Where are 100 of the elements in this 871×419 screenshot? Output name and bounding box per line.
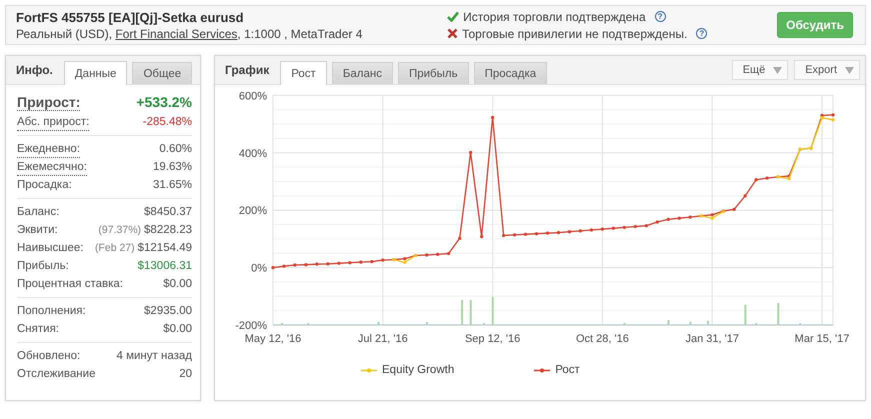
point (304, 263, 308, 266)
tab[interactable]: Просадка (474, 62, 548, 84)
point (612, 226, 615, 230)
dropdown-button[interactable]: Ещё (732, 60, 788, 80)
x-axis-label: Jul 21, '16 (358, 333, 408, 345)
x-axis-label: Mar 15, '17 (794, 333, 850, 345)
point (568, 230, 572, 234)
account-title: FortFS 455755 [EA][Qj]-Setka eurusd (16, 10, 245, 24)
point (480, 235, 484, 238)
stat-value: $0.00 (163, 277, 192, 292)
stat-value: 19.63% (152, 160, 192, 175)
point (469, 150, 472, 154)
broker-link[interactable]: Fort Financial Services (115, 26, 238, 40)
point (370, 260, 374, 264)
point (710, 216, 714, 220)
stat-value: +533.2% (136, 93, 192, 111)
point (491, 116, 494, 120)
point (678, 216, 681, 220)
point (622, 226, 626, 230)
stat-value: $2935.00 (144, 304, 192, 319)
point (732, 208, 736, 211)
stat-note: (97.37%) (98, 223, 142, 238)
y-axis-label: 0% (251, 262, 267, 275)
point (831, 113, 835, 117)
stat-label: Эквити: (17, 223, 58, 238)
stat-label: Ежемесячно: (17, 160, 87, 176)
y-axis-label: 400% (238, 148, 267, 160)
tab[interactable]: Прибыль (398, 62, 469, 84)
point (556, 230, 560, 234)
point (524, 232, 528, 236)
account-subtitle: Реальный (USD), Fort Financial Services, 1:1000 , MetaTrader 4 (16, 26, 364, 40)
point (754, 178, 758, 182)
point (403, 260, 406, 264)
point (546, 232, 550, 235)
stat-label: Наивысшее: (17, 241, 84, 256)
stat-label: Прирост: (17, 95, 80, 111)
y-axis-label: 200% (238, 205, 267, 218)
stat-label: Отслеживание (17, 367, 96, 382)
stat-value: $8450.37 (144, 205, 192, 220)
panel-heading: Инфо. (16, 63, 53, 77)
point (831, 118, 835, 122)
stat-label: Баланс: (17, 205, 60, 220)
point (512, 233, 516, 236)
x-axis-label: Oct 28, '16 (576, 333, 629, 345)
stat-label: Ежедневно: (17, 142, 80, 158)
point (315, 262, 319, 266)
point (688, 215, 692, 219)
point (656, 220, 659, 224)
point (458, 236, 462, 240)
tab[interactable]: Данные (64, 61, 128, 85)
point (666, 218, 670, 221)
stat-value: -285.48% (142, 115, 192, 130)
status-text: Торговые привилегии не подтверждены. (462, 26, 688, 40)
point (600, 228, 604, 231)
tab[interactable]: Баланс (332, 62, 393, 84)
point (359, 260, 362, 264)
tab[interactable]: Рост (280, 61, 327, 85)
point (766, 176, 769, 180)
stat-label: Абс. прирост: (17, 115, 90, 131)
stat-label: Просадка: (17, 178, 72, 193)
legend-label[interactable]: Equity Growth (382, 364, 454, 376)
x-axis-label: May 12, '16 (244, 333, 302, 345)
point (282, 264, 286, 268)
stat-value: $0.00 (163, 322, 192, 337)
stat-label: Обновлено: (17, 349, 80, 364)
point (447, 252, 450, 256)
point (820, 116, 824, 120)
point (744, 194, 747, 198)
point (534, 232, 538, 236)
stat-label: Процентная ставка: (17, 277, 123, 292)
panel-heading: График (225, 63, 270, 77)
point (502, 234, 506, 238)
stat-value: 4 минут назад (116, 349, 192, 364)
stat-value: 20 (179, 367, 192, 382)
point (590, 228, 594, 232)
stat-value: $8228.23 (144, 223, 192, 238)
point (403, 257, 406, 260)
point (787, 177, 791, 180)
point (578, 229, 582, 232)
point (425, 253, 428, 257)
help-icon[interactable]: ? (696, 28, 708, 39)
point (436, 252, 440, 256)
help-icon[interactable]: ? (654, 11, 666, 22)
stat-label: Пополнения: (17, 304, 86, 319)
x-axis-label: Sep 12, '16 (464, 333, 520, 345)
stat-value: 0.60% (159, 142, 192, 157)
point (634, 224, 637, 228)
legend-label[interactable]: Рост (555, 364, 580, 376)
stat-value: 31.65% (152, 178, 192, 193)
stat-value: $12154.49 (138, 241, 192, 256)
caret-icon (845, 66, 854, 74)
point (337, 262, 340, 265)
point (293, 263, 297, 267)
point (348, 261, 352, 264)
dropdown-button[interactable]: Export (794, 60, 860, 80)
tab[interactable]: Общее (132, 62, 192, 84)
point (644, 224, 648, 228)
x-axis-label: Jan 31, '17 (685, 333, 739, 345)
stat-note: (Feb 27) (94, 241, 135, 256)
caret-icon (773, 66, 782, 74)
